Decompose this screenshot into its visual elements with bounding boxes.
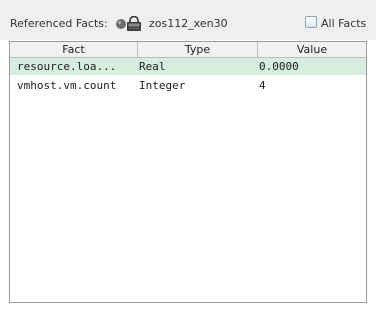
facts-toolbar: Referenced Facts: zos112_xen30 All Facts — [0, 0, 376, 40]
all-facts-checkbox[interactable] — [305, 16, 317, 28]
all-facts-label[interactable]: All Facts — [321, 17, 366, 31]
column-header-type[interactable]: Type — [138, 42, 258, 57]
referenced-facts-label: Referenced Facts: — [10, 17, 108, 30]
fact-cell: resource.loa... — [17, 60, 117, 73]
value-cell: 4 — [259, 79, 266, 92]
fact-cell: vmhost.vm.count — [17, 79, 117, 92]
type-cell: Integer — [139, 79, 186, 92]
table-row[interactable]: resource.loa... Real 0.0000 — [10, 58, 366, 75]
facts-table: Fact Type Value resource.loa... Real 0.0… — [9, 41, 367, 303]
value-cell: 0.0000 — [259, 60, 299, 73]
referenced-facts-panel: Referenced Facts: zos112_xen30 All Facts… — [0, 0, 376, 309]
vm-host-icon — [115, 15, 147, 32]
column-header-fact[interactable]: Fact — [10, 42, 138, 57]
type-cell: Real — [139, 60, 166, 73]
table-header: Fact Type Value — [10, 42, 366, 58]
table-row[interactable]: vmhost.vm.count Integer 4 — [10, 77, 366, 94]
object-name: zos112_xen30 — [149, 17, 228, 30]
column-header-value[interactable]: Value — [258, 42, 366, 57]
